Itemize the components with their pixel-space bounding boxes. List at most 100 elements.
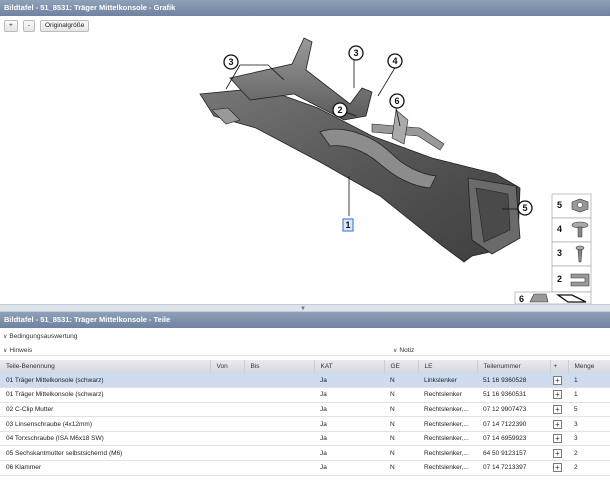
hint-note-row: ∨ Hinweis ∨ Notiz <box>0 345 610 356</box>
callout-4[interactable]: 4 <box>387 53 403 69</box>
add-to-cart-button[interactable]: + <box>553 419 562 429</box>
callout-2[interactable]: 2 <box>332 102 348 118</box>
cell-von <box>210 388 244 403</box>
callout-6[interactable]: 6 <box>389 93 405 109</box>
hint-toggle[interactable]: ∨ Hinweis <box>0 347 32 354</box>
cell-name: 05 Sechskantmutter selbstsichernd (M6) <box>6 449 123 457</box>
cell-part: 07 12 9907473 <box>483 405 527 413</box>
note-toggle[interactable]: ∨ Notiz <box>390 345 414 357</box>
column-header-le[interactable]: LE <box>418 360 478 373</box>
cell-add: + <box>550 431 568 446</box>
cell-bis <box>244 373 314 388</box>
svg-text:2: 2 <box>337 105 342 115</box>
cell-le: Rechtslenker,... <box>424 405 469 413</box>
column-header-part-number[interactable]: Teilenummer <box>477 360 551 373</box>
table-row[interactable]: 04 Torxschraube (ISA M6x18 SW) Ja N Rechtsl… <box>0 431 610 446</box>
svg-text:2: 2 <box>557 274 562 284</box>
cell-kat: Ja <box>320 449 327 457</box>
cell-qty: 5 <box>574 405 578 413</box>
add-to-cart-button[interactable]: + <box>553 448 562 458</box>
cell-qty: 3 <box>574 435 578 443</box>
cell-name: 02 C-Clip Mutter <box>6 405 54 413</box>
cell-von <box>210 431 244 446</box>
table-row[interactable]: 01 Träger Mittelkonsole (schwarz) Ja N Link… <box>0 373 610 388</box>
condition-evaluation-label: Bedingungsauswertung <box>9 333 78 340</box>
cell-ge: N <box>390 376 395 384</box>
cell-von <box>210 402 244 417</box>
add-to-cart-button[interactable]: + <box>553 434 562 444</box>
panel-splitter[interactable]: ▼ <box>0 304 610 312</box>
cell-add: + <box>550 461 568 476</box>
cell-le: Rechtslenker,... <box>424 435 469 443</box>
condition-evaluation-toggle[interactable]: ∨ Bedingungsauswertung <box>0 331 610 342</box>
cell-ge: N <box>390 449 395 457</box>
cell-qty: 3 <box>574 420 578 428</box>
cell-kat: Ja <box>320 420 327 428</box>
cell-kat: Ja <box>320 376 327 384</box>
table-row[interactable]: 03 Linsenschraube (4x12mm) Ja N Rechtslenke… <box>0 417 610 432</box>
chevron-down-icon: ∨ <box>3 334 8 340</box>
cell-ge: N <box>390 464 395 472</box>
svg-text:1: 1 <box>345 220 350 230</box>
add-to-cart-button[interactable]: + <box>553 463 562 473</box>
column-header-cat[interactable]: KAT <box>314 360 385 373</box>
callout-5[interactable]: 5 <box>517 200 533 216</box>
table-row[interactable]: 06 Klammer Ja N Rechtslenker,... 07 14 72133… <box>0 461 610 476</box>
hint-label: Hinweis <box>9 347 33 354</box>
cell-bis <box>244 402 314 417</box>
cell-part: 07 14 7122390 <box>483 420 527 428</box>
original-size-button[interactable]: Originalgröße <box>39 20 90 32</box>
cell-qty: 2 <box>574 464 578 472</box>
chevron-down-icon: ∨ <box>393 348 398 354</box>
center-console-illustration: 1 3 3 4 2 6 5 5 4 3 2 6 <box>199 37 592 305</box>
cell-name: 03 Linsenschraube (4x12mm) <box>6 420 92 428</box>
add-to-cart-button[interactable]: + <box>553 404 562 414</box>
cell-kat: Ja <box>320 391 327 399</box>
table-header: Teile-Benennung Von Bis KAT GE LE Teilen… <box>0 360 610 373</box>
add-to-cart-button[interactable]: + <box>553 390 562 400</box>
cell-name: 04 Torxschraube (ISA M6x18 SW) <box>6 435 104 443</box>
cell-bis <box>244 388 314 403</box>
cell-part: 64 50 9123157 <box>483 449 527 457</box>
graphic-panel-title: Bildtafel - 51_8531: Träger Mittelkonsol… <box>0 0 610 16</box>
column-header-from[interactable]: Von <box>210 360 245 373</box>
cell-le: Rechtslenker <box>424 391 462 399</box>
cell-qty: 1 <box>574 391 578 399</box>
svg-text:3: 3 <box>353 48 358 58</box>
table-row[interactable]: 05 Sechskantmutter selbstsichernd (M6) Ja… <box>0 446 610 461</box>
cell-qty: 2 <box>574 449 578 457</box>
svg-text:3: 3 <box>557 248 562 258</box>
column-header-ge[interactable]: GE <box>384 360 419 373</box>
callout-1[interactable]: 1 <box>342 218 354 232</box>
svg-text:3: 3 <box>228 57 233 67</box>
cell-add: + <box>550 417 568 432</box>
callout-3-top[interactable]: 3 <box>348 45 364 61</box>
cell-add: + <box>550 446 568 461</box>
callout-3-left[interactable]: 3 <box>223 54 239 70</box>
parts-panel-title: Bildtafel - 51_8531: Träger Mittelkonsol… <box>0 312 610 328</box>
cell-le: Rechtslenker,... <box>424 449 469 457</box>
zoom-out-button[interactable]: - <box>22 20 35 32</box>
column-header-name[interactable]: Teile-Benennung <box>0 360 211 373</box>
column-header-to[interactable]: Bis <box>244 360 315 373</box>
svg-text:5: 5 <box>522 203 527 213</box>
column-header-add[interactable]: + <box>550 360 569 373</box>
cell-ge: N <box>390 435 395 443</box>
table-row[interactable]: 02 C-Clip Mutter Ja N Rechtslenker,... 07 12… <box>0 402 610 417</box>
graphic-toolbar: + - Originalgröße <box>4 20 90 32</box>
cell-part: 07 14 6959923 <box>483 435 527 443</box>
cell-ge: N <box>390 405 395 413</box>
add-to-cart-button[interactable]: + <box>553 375 562 385</box>
cell-kat: Ja <box>320 405 327 413</box>
column-header-quantity[interactable]: Menge <box>568 360 610 373</box>
cell-le: Linkslenker <box>424 376 457 384</box>
cell-kat: Ja <box>320 435 327 443</box>
cell-name: 06 Klammer <box>6 464 42 472</box>
zoom-in-button[interactable]: + <box>4 20 18 32</box>
cell-bis <box>244 446 314 461</box>
cell-le: Rechtslenker,... <box>424 464 469 472</box>
parts-graphic-area[interactable]: 1 3 3 4 2 6 5 5 4 3 2 6 <box>0 16 610 305</box>
table-row[interactable]: 01 Träger Mittelkonsole (schwarz) Ja N Rech… <box>0 388 610 403</box>
svg-text:4: 4 <box>392 56 397 66</box>
note-label: Notiz <box>399 347 415 354</box>
